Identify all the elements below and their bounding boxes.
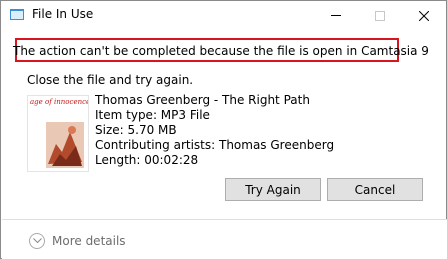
more-details-link[interactable]: More details (52, 234, 126, 248)
file-item-type: Item type: MP3 File (95, 108, 210, 122)
dialog-footer: More details (2, 219, 447, 259)
sub-message: Close the file and try again. (27, 73, 194, 87)
album-art-graphic (42, 118, 86, 170)
close-icon (419, 10, 429, 21)
file-details: Thomas Greenberg - The Right Path Item t… (95, 93, 334, 168)
maximize-button (358, 1, 402, 30)
thumbnail-text: age of innocence (30, 98, 89, 106)
try-again-button[interactable]: Try Again (225, 178, 321, 201)
file-size: Size: 5.70 MB (95, 123, 177, 137)
window-title: File In Use (32, 7, 94, 21)
file-thumbnail: age of innocence (27, 95, 89, 172)
more-details-toggle[interactable] (29, 233, 45, 249)
title-bar[interactable]: File In Use (1, 1, 446, 30)
window-app-icon (10, 9, 24, 20)
main-message: The action can't be completed because th… (13, 44, 429, 58)
minimize-button[interactable] (314, 1, 358, 30)
chevron-down-icon (33, 238, 42, 244)
maximize-icon (375, 10, 385, 21)
file-artists: Contributing artists: Thomas Greenberg (95, 138, 335, 152)
file-name: Thomas Greenberg - The Right Path (95, 93, 310, 107)
close-button[interactable] (402, 1, 446, 30)
minimize-icon (331, 15, 341, 16)
cancel-button[interactable]: Cancel (327, 178, 423, 201)
file-length: Length: 00:02:28 (95, 153, 199, 167)
file-in-use-dialog: File In Use The action can't be complete… (0, 0, 447, 259)
